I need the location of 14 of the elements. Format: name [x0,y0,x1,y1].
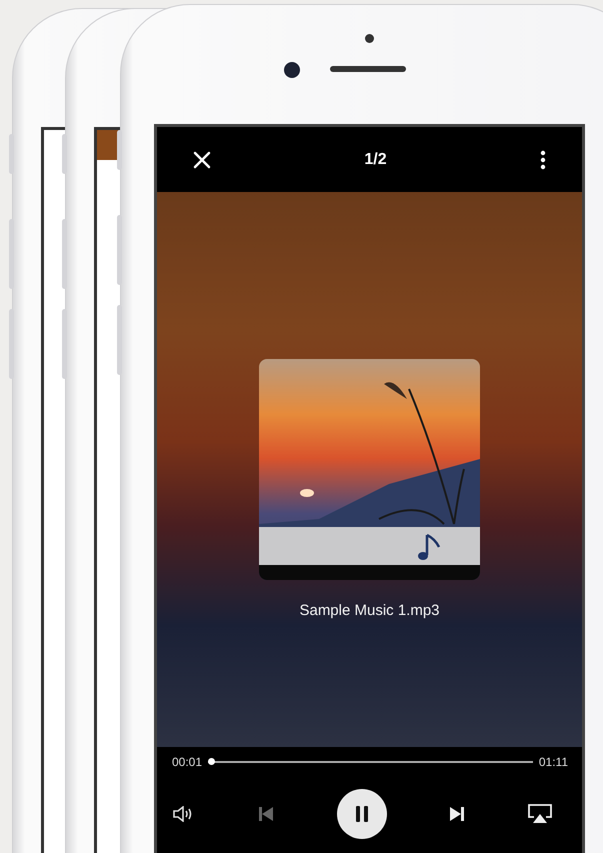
camera-dot [284,62,300,78]
next-icon[interactable] [449,806,466,822]
more-icon[interactable] [540,150,546,170]
page-counter: 1/2 [364,150,387,168]
track-file-name: Sample Music 1.mp3 [299,602,440,619]
progress-thumb[interactable] [208,758,216,765]
elapsed-time: 00:01 [172,755,202,769]
total-duration: 01:11 [538,755,568,769]
airplay-icon[interactable] [528,804,552,824]
pause-icon [354,806,368,822]
pause-button[interactable] [336,789,386,839]
close-icon[interactable] [193,150,211,168]
previous-icon[interactable] [258,806,274,822]
sensor-dot [365,34,374,43]
